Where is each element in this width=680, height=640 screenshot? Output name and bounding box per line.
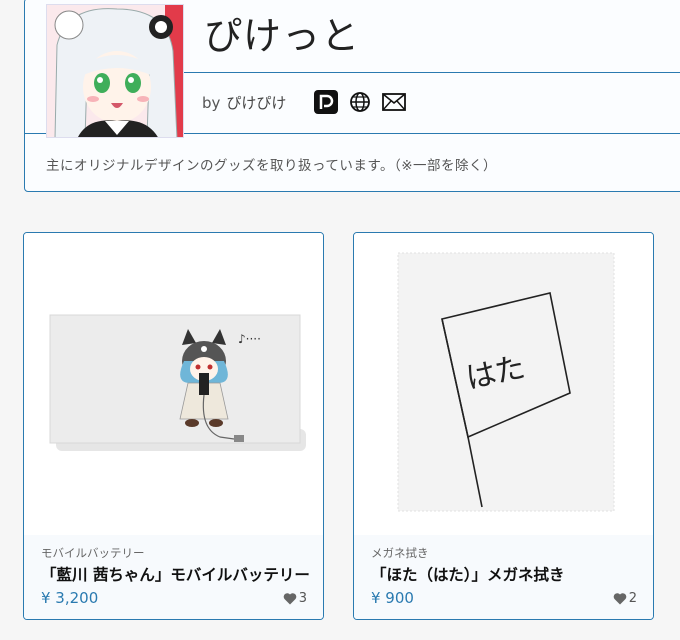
product-info: メガネ拭き 「ほた（はた）」メガネ拭き ¥ 900 2 [354, 535, 653, 619]
shop-owner-byline: by ぴけぴけ [202, 92, 286, 113]
heart-icon [613, 593, 627, 605]
music-note-text: ♪···· [238, 332, 261, 346]
product-price: ¥ 3,200 [41, 589, 99, 607]
like-count-value: 2 [628, 591, 637, 606]
header-divider [184, 72, 680, 73]
product-card[interactable]: ♪···· モバイルバッテリー 「藍川 茜ちゃん」モバイルバッテリー ¥ 3,2… [23, 232, 324, 620]
by-label: by [202, 94, 221, 112]
shop-title: ぴけっと [204, 14, 361, 58]
owner-name[interactable]: ぴけぴけ [226, 94, 286, 112]
like-count[interactable]: 2 [613, 591, 637, 606]
mail-icon[interactable] [381, 90, 407, 114]
shop-avatar[interactable] [46, 4, 184, 138]
product-name[interactable]: 「ほた（はた）」メガネ拭き [371, 563, 641, 585]
product-category: メガネ拭き [371, 546, 429, 560]
pixiv-icon[interactable] [313, 90, 339, 114]
shop-description: 主にオリジナルデザインのグッズを取り扱っています。（※一部を除く） [46, 158, 498, 174]
like-count[interactable]: 3 [283, 591, 307, 606]
globe-icon[interactable] [347, 90, 373, 114]
like-count-value: 3 [298, 591, 307, 606]
product-card[interactable]: はた メガネ拭き 「ほた（はた）」メガネ拭き ¥ 900 2 [353, 232, 654, 620]
product-info: モバイルバッテリー 「藍川 茜ちゃん」モバイルバッテリー ¥ 3,200 3 [24, 535, 323, 619]
product-price: ¥ 900 [371, 589, 414, 607]
product-image[interactable]: ♪···· [24, 233, 323, 535]
product-image[interactable]: はた [354, 233, 653, 535]
heart-icon [283, 593, 297, 605]
product-name[interactable]: 「藍川 茜ちゃん」モバイルバッテリー [41, 563, 311, 585]
product-category: モバイルバッテリー [41, 546, 145, 560]
social-links [313, 90, 407, 114]
